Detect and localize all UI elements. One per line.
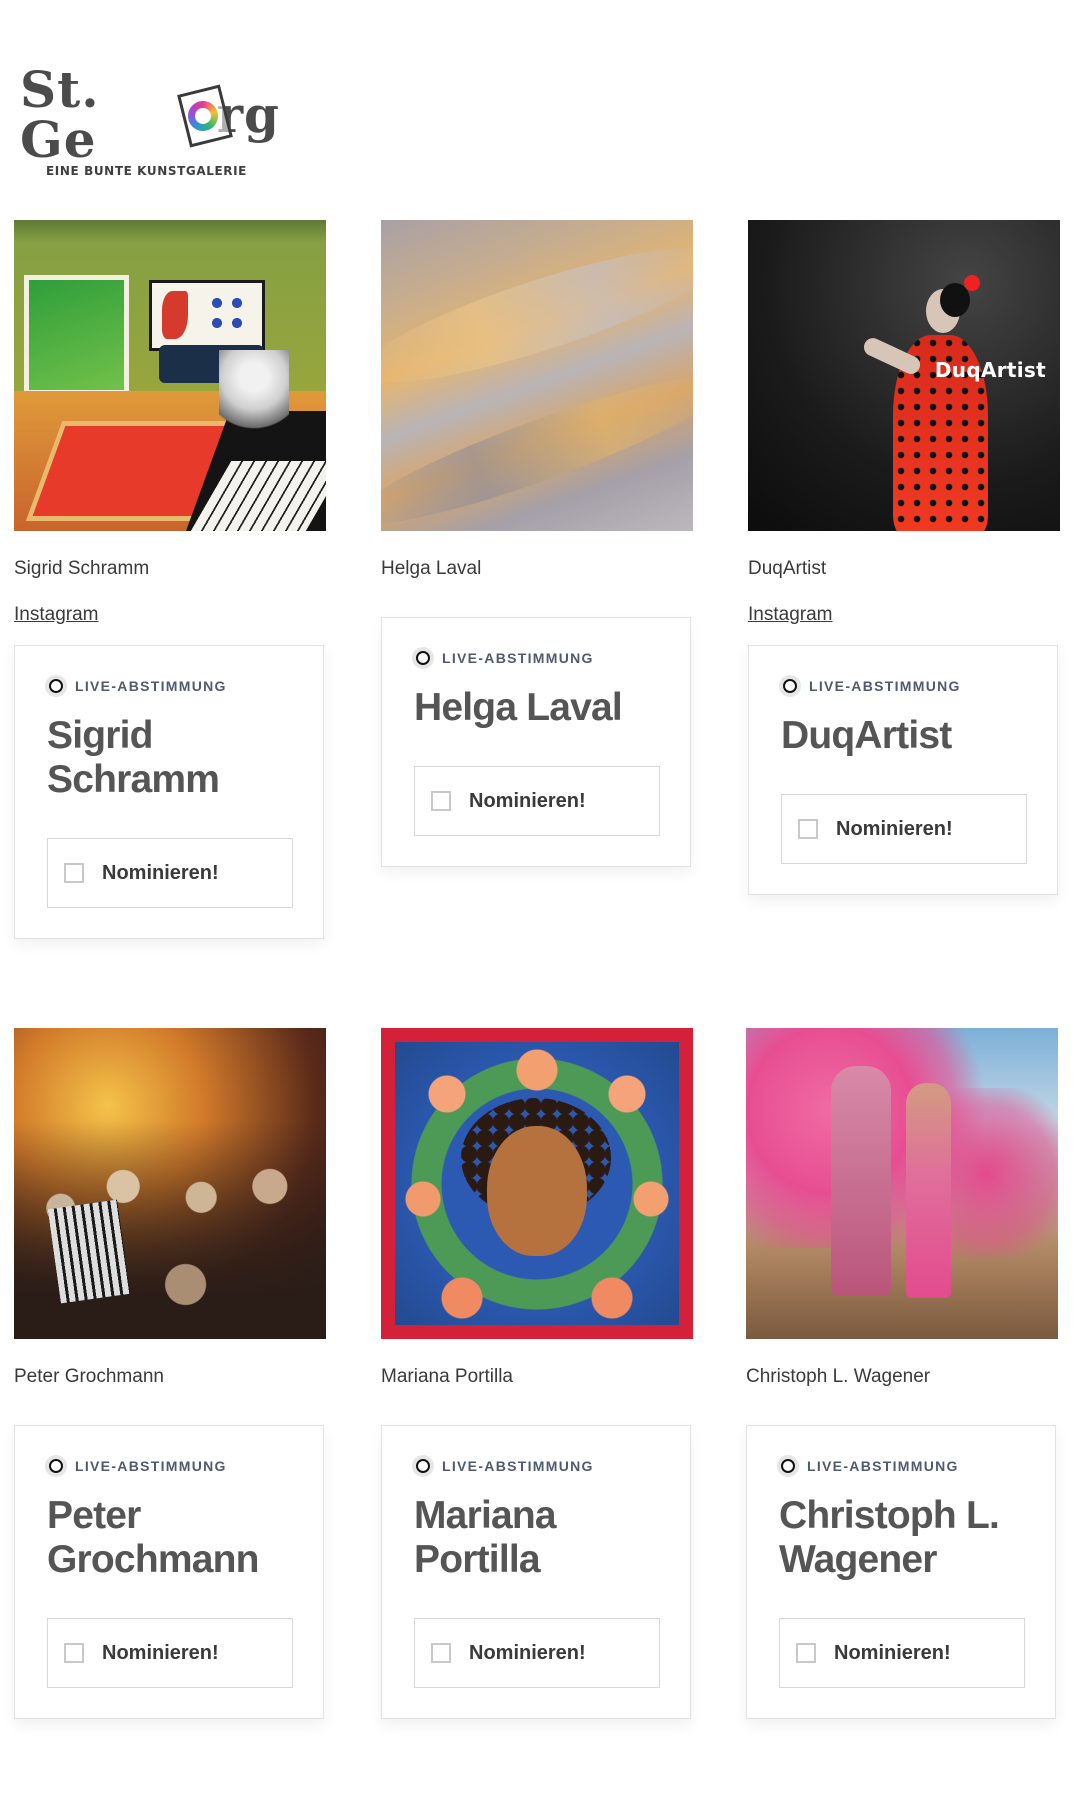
nominate-button[interactable]: Nominieren! bbox=[414, 1618, 660, 1688]
artist-name: Mariana Portilla bbox=[381, 1366, 513, 1387]
card-title: Peter Grochmann bbox=[47, 1494, 259, 1581]
card-title: DuqArtist bbox=[781, 714, 952, 757]
live-vote-label: LIVE-ABSTIMMUNG bbox=[75, 1458, 227, 1474]
artist-name: Helga Laval bbox=[381, 558, 482, 579]
artist-entry-peter-grochmann: Peter Grochmann LIVE-ABSTIMMUNG Peter Gr… bbox=[14, 1028, 326, 1719]
nominate-label: Nominieren! bbox=[469, 789, 586, 812]
logo-wordmark-left: St. Ge bbox=[20, 60, 100, 169]
nominate-checkbox[interactable] bbox=[796, 1643, 816, 1663]
card-title: Mariana Portilla bbox=[414, 1494, 557, 1581]
logo-tagline: EINE BUNTE KUNSTGALERIE bbox=[46, 164, 247, 178]
artwork-image[interactable] bbox=[381, 220, 693, 531]
instagram-link[interactable]: Instagram bbox=[748, 603, 832, 627]
vote-card: LIVE-ABSTIMMUNG Sigrid Schramm Nominiere… bbox=[14, 645, 324, 939]
nominate-button[interactable]: Nominieren! bbox=[47, 1618, 293, 1688]
nominate-label: Nominieren! bbox=[102, 861, 219, 884]
live-vote-label: LIVE-ABSTIMMUNG bbox=[75, 678, 227, 694]
artwork-caption: DuqArtist bbox=[934, 358, 1046, 382]
artist-entry-mariana-portilla: Mariana Portilla LIVE-ABSTIMMUNG Mariana… bbox=[381, 1028, 693, 1719]
card-title: Helga Laval bbox=[414, 686, 623, 729]
live-vote-label: LIVE-ABSTIMMUNG bbox=[807, 1458, 959, 1474]
artist-entry-helga-laval: Helga Laval LIVE-ABSTIMMUNG Helga Laval … bbox=[381, 220, 693, 867]
nominate-button[interactable]: Nominieren! bbox=[779, 1618, 1025, 1688]
nominate-label: Nominieren! bbox=[834, 1641, 951, 1664]
artist-entry-duqartist: DuqArtist DuqArtist Instagram LIVE-ABSTI… bbox=[748, 220, 1060, 895]
live-vote-label: LIVE-ABSTIMMUNG bbox=[442, 650, 594, 666]
live-vote-indicator: LIVE-ABSTIMMUNG bbox=[414, 648, 658, 668]
live-dot-icon bbox=[781, 1459, 795, 1473]
live-dot-icon bbox=[416, 1459, 430, 1473]
artwork-image[interactable]: DuqArtist bbox=[748, 220, 1060, 531]
live-vote-indicator: LIVE-ABSTIMMUNG bbox=[781, 676, 1025, 696]
artist-name: Christoph L. Wagener bbox=[746, 1366, 931, 1387]
nominate-button[interactable]: Nominieren! bbox=[781, 794, 1027, 864]
artwork-image[interactable] bbox=[14, 1028, 326, 1339]
artwork-image[interactable] bbox=[381, 1028, 693, 1339]
artwork-image[interactable] bbox=[14, 220, 326, 531]
card-title: Sigrid Schramm bbox=[47, 714, 220, 801]
vote-card: LIVE-ABSTIMMUNG DuqArtist Nominieren! bbox=[748, 645, 1058, 895]
logo-frame-icon bbox=[177, 84, 233, 148]
artist-name: Sigrid Schramm bbox=[14, 558, 150, 579]
nominate-checkbox[interactable] bbox=[431, 1643, 451, 1663]
live-dot-icon bbox=[416, 651, 430, 665]
live-vote-indicator: LIVE-ABSTIMMUNG bbox=[47, 1456, 291, 1476]
live-vote-label: LIVE-ABSTIMMUNG bbox=[442, 1458, 594, 1474]
artist-entry-christoph-l-wagener: Christoph L. Wagener LIVE-ABSTIMMUNG Chr… bbox=[746, 1028, 1058, 1719]
vote-card: LIVE-ABSTIMMUNG Peter Grochmann Nominier… bbox=[14, 1425, 324, 1719]
instagram-link[interactable]: Instagram bbox=[14, 603, 98, 627]
artist-name: Peter Grochmann bbox=[14, 1366, 164, 1387]
card-title: Christoph L. Wagener bbox=[779, 1494, 1000, 1581]
vote-card: LIVE-ABSTIMMUNG Christoph L. Wagener Nom… bbox=[746, 1425, 1056, 1719]
nominate-button[interactable]: Nominieren! bbox=[414, 766, 660, 836]
live-dot-icon bbox=[783, 679, 797, 693]
live-vote-indicator: LIVE-ABSTIMMUNG bbox=[414, 1456, 658, 1476]
live-vote-indicator: LIVE-ABSTIMMUNG bbox=[47, 676, 291, 696]
gallery-logo[interactable]: St. Ge rg EINE BUNTE KUNSTGALERIE bbox=[20, 65, 280, 180]
live-dot-icon bbox=[49, 679, 63, 693]
live-dot-icon bbox=[49, 1459, 63, 1473]
nominate-checkbox[interactable] bbox=[64, 1643, 84, 1663]
live-vote-label: LIVE-ABSTIMMUNG bbox=[809, 678, 961, 694]
nominate-label: Nominieren! bbox=[836, 817, 953, 840]
nominate-button[interactable]: Nominieren! bbox=[47, 838, 293, 908]
nominate-checkbox[interactable] bbox=[64, 863, 84, 883]
vote-card: LIVE-ABSTIMMUNG Helga Laval Nominieren! bbox=[381, 617, 691, 867]
nominate-checkbox[interactable] bbox=[431, 791, 451, 811]
nominate-label: Nominieren! bbox=[102, 1641, 219, 1664]
live-vote-indicator: LIVE-ABSTIMMUNG bbox=[779, 1456, 1023, 1476]
nominate-checkbox[interactable] bbox=[798, 819, 818, 839]
nominate-label: Nominieren! bbox=[469, 1641, 586, 1664]
artwork-image[interactable] bbox=[746, 1028, 1058, 1339]
artist-entry-sigrid-schramm: Sigrid Schramm Instagram LIVE-ABSTIMMUNG… bbox=[14, 220, 326, 939]
artist-name: DuqArtist bbox=[748, 558, 827, 579]
vote-card: LIVE-ABSTIMMUNG Mariana Portilla Nominie… bbox=[381, 1425, 691, 1719]
